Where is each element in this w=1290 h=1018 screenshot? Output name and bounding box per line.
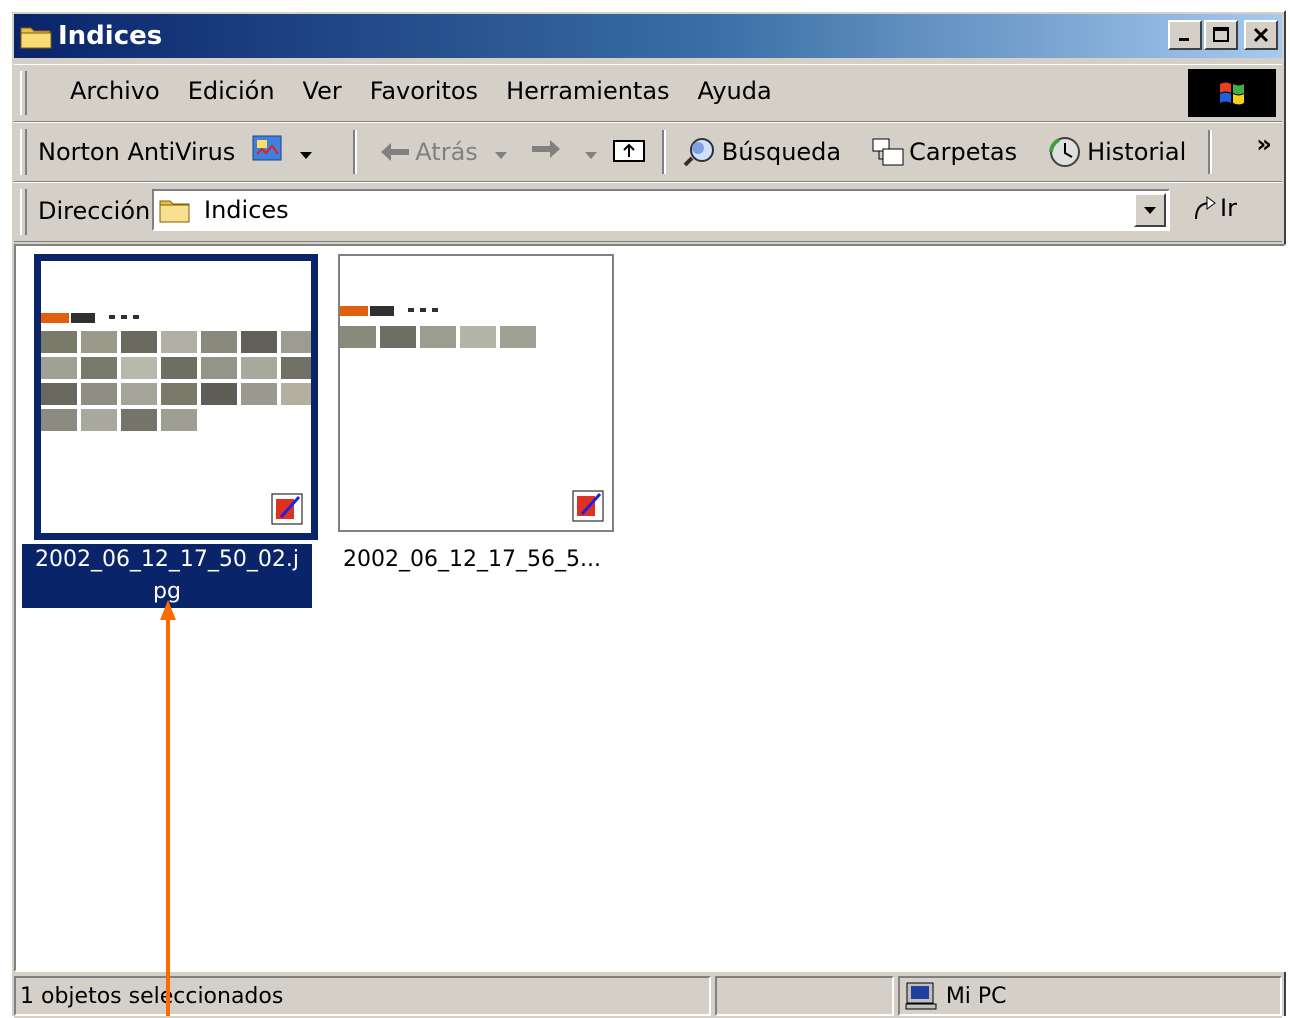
- toolbar-separator: [353, 130, 358, 174]
- windows-logo-icon: [1188, 69, 1276, 117]
- address-grip[interactable]: [20, 189, 27, 235]
- close-button[interactable]: [1244, 20, 1278, 50]
- image-editor-icon: [572, 490, 604, 522]
- menu-bar: Archivo Edición Ver Favoritos Herramient…: [14, 64, 1282, 122]
- chevron-down-icon: [1144, 207, 1156, 214]
- search-label: Búsqueda: [721, 138, 842, 166]
- window-title: Indices: [58, 21, 163, 51]
- minimize-button[interactable]: [1168, 20, 1202, 50]
- image-editor-icon: [271, 493, 303, 525]
- go-label: Ir: [1220, 194, 1237, 222]
- history-button[interactable]: Historial: [1047, 135, 1186, 169]
- status-empty: [714, 976, 894, 1016]
- history-icon: [1049, 137, 1081, 167]
- standard-toolbar: Norton AntiVirus Atrás Búsqueda Carpetas…: [14, 122, 1282, 182]
- back-dropdown-icon[interactable]: [494, 138, 508, 166]
- menu-grip[interactable]: [20, 71, 27, 115]
- status-selection: 1 objetos seleccionados: [14, 976, 711, 1016]
- maximize-button[interactable]: [1204, 20, 1238, 50]
- minimize-icon: [1179, 38, 1189, 41]
- toolbar-separator: [661, 130, 666, 174]
- menu-herramientas[interactable]: Herramientas: [492, 77, 683, 105]
- forward-button[interactable]: [530, 138, 562, 166]
- close-icon: [1253, 27, 1269, 43]
- folder-icon: [159, 200, 190, 223]
- search-button[interactable]: Búsqueda: [682, 136, 841, 168]
- up-folder-icon: [612, 140, 645, 162]
- norton-dropdown-icon[interactable]: [299, 138, 313, 166]
- toolbar-separator: [1208, 130, 1213, 174]
- maximize-icon: [1213, 27, 1229, 42]
- title-bar[interactable]: Indices: [14, 14, 1282, 58]
- forward-dropdown-icon[interactable]: [584, 138, 598, 166]
- go-button[interactable]: Ir: [1190, 193, 1237, 223]
- address-label: Dirección: [38, 197, 151, 225]
- search-icon: [683, 138, 714, 167]
- folders-label: Carpetas: [909, 138, 1018, 166]
- image-thumbnail: [340, 306, 536, 348]
- computer-icon: [905, 982, 937, 1010]
- address-value: Indices: [204, 196, 289, 224]
- status-zone: Mi PC: [897, 976, 1282, 1016]
- back-button[interactable]: Atrás: [379, 138, 478, 166]
- file-caption-selected[interactable]: 2002_06_12_17_50_02.j pg: [22, 544, 312, 608]
- back-arrow-icon: [381, 143, 410, 161]
- menu-edicion[interactable]: Edición: [174, 77, 289, 105]
- more-chevron-icon[interactable]: »: [1256, 130, 1272, 158]
- norton-antivirus-button[interactable]: Norton AntiVirus: [38, 138, 235, 166]
- file-view[interactable]: 2002_06_12_17_50_02.j pg 2002_06_12_17_5…: [14, 244, 1286, 972]
- back-label: Atrás: [415, 138, 478, 166]
- file-caption-line1: 2002_06_12_17_50_02.j: [34, 547, 300, 572]
- address-bar: Dirección Indices Ir: [14, 182, 1282, 242]
- address-dropdown-button[interactable]: [1134, 193, 1166, 227]
- file-caption[interactable]: 2002_06_12_17_56_5...: [322, 544, 622, 576]
- status-bar: 1 objetos seleccionados Mi PC: [14, 974, 1282, 1018]
- menu-favoritos[interactable]: Favoritos: [356, 77, 492, 105]
- up-folder-button[interactable]: [612, 135, 648, 169]
- thumbnail-file-2[interactable]: [338, 254, 614, 532]
- history-label: Historial: [1087, 138, 1187, 166]
- menu-archivo[interactable]: Archivo: [56, 77, 174, 105]
- zone-label: Mi PC: [945, 983, 1007, 1009]
- forward-arrow-icon: [531, 140, 560, 158]
- menu-ver[interactable]: Ver: [289, 77, 356, 105]
- folders-icon: [872, 138, 904, 166]
- norton-icon[interactable]: [251, 134, 285, 170]
- annotation-arrow-icon: [160, 600, 176, 1016]
- folders-button[interactable]: Carpetas: [871, 137, 1017, 167]
- go-arrow-icon: [1195, 196, 1216, 220]
- folder-icon: [20, 23, 52, 49]
- thumbnail-file-1[interactable]: [34, 254, 318, 540]
- explorer-window: Indices Archivo Edición Ver Favoritos He…: [10, 10, 1286, 1018]
- address-input[interactable]: Indices: [152, 189, 1170, 231]
- menu-ayuda[interactable]: Ayuda: [684, 77, 786, 105]
